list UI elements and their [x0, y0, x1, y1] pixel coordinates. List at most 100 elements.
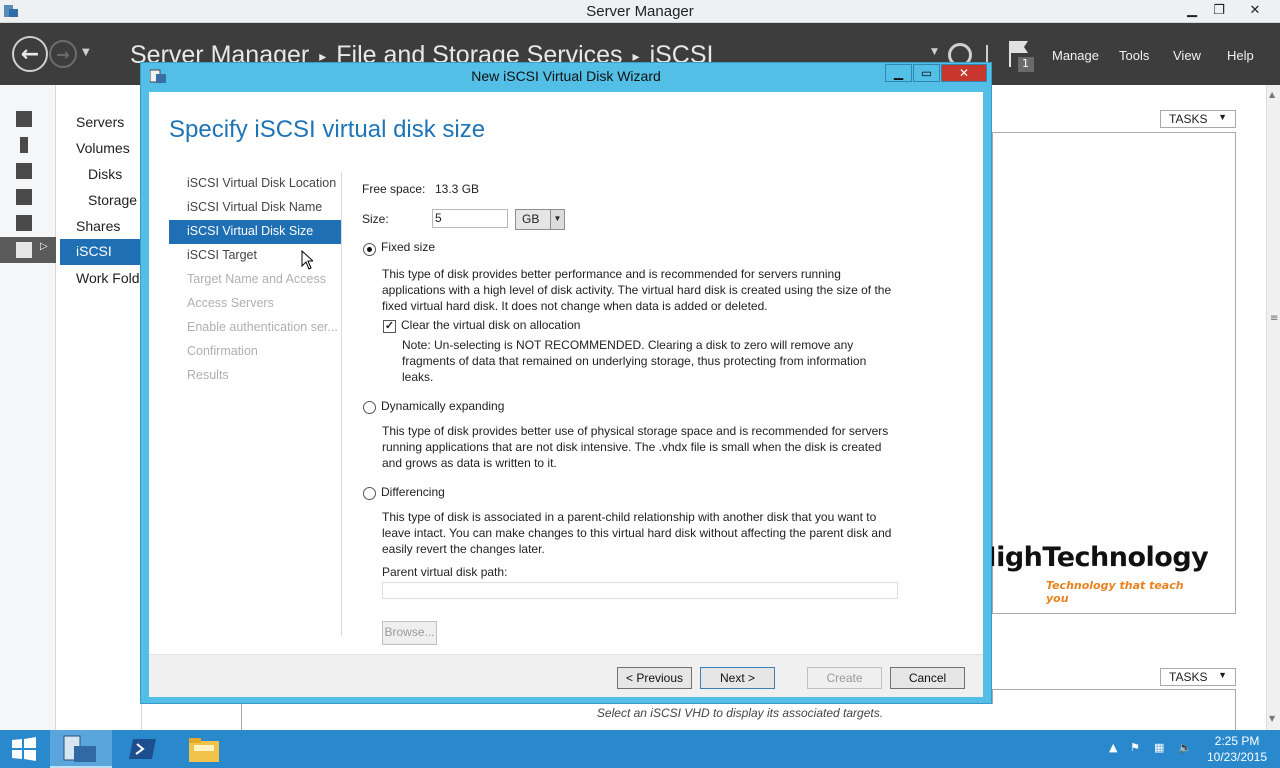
taskbar-file-explorer[interactable]	[174, 730, 236, 768]
step-disk-size[interactable]: iSCSI Virtual Disk Size	[169, 220, 341, 244]
fixed-size-label[interactable]: Fixed size	[381, 240, 435, 254]
file-services-icon[interactable]	[16, 189, 32, 205]
next-button[interactable]: Next >	[700, 667, 775, 689]
file-explorer-icon	[189, 738, 219, 762]
wizard-steps: iSCSI Virtual Disk Location iSCSI Virtua…	[169, 172, 341, 388]
clear-disk-note: Note: Un-selecting is NOT RECOMMENDED. C…	[402, 338, 867, 384]
clear-disk-label[interactable]: Clear the virtual disk on allocation	[401, 318, 580, 332]
dynamic-radio[interactable]	[363, 401, 376, 414]
content-area: TASKS ▼ TASKS ▼	[992, 85, 1267, 734]
parent-path-input[interactable]	[382, 582, 898, 599]
free-space-label: Free space:	[362, 182, 426, 196]
back-icon[interactable]: ←	[12, 36, 48, 72]
header-divider	[986, 45, 988, 63]
iis-icon[interactable]	[16, 215, 32, 231]
new-iscsi-wizard-dialog: New iSCSI Virtual Disk Wizard ▁ ▭ ✕ Spec…	[140, 62, 992, 704]
step-target-name: Target Name and Access	[187, 272, 326, 286]
tasks-label: TASKS	[1169, 112, 1208, 126]
targets-panel	[992, 689, 1236, 734]
free-space-value: 13.3 GB	[435, 182, 480, 196]
differencing-label[interactable]: Differencing	[381, 485, 445, 499]
wizard-footer: < Previous Next > Create Cancel	[149, 654, 983, 697]
page-title: Specify iSCSI virtual disk size	[169, 116, 486, 143]
menu-manage[interactable]: Manage	[1052, 48, 1099, 63]
tasks-button-top[interactable]: TASKS ▼	[1160, 110, 1236, 128]
restore-button[interactable]: ❐	[1205, 0, 1233, 20]
all-servers-icon[interactable]	[16, 163, 32, 179]
close-button[interactable]: ✕	[1232, 0, 1278, 20]
wizard-maximize-button[interactable]: ▭	[913, 64, 940, 82]
scroll-grip-icon[interactable]: ≡	[1270, 313, 1278, 324]
forward-icon[interactable]: →	[49, 40, 77, 68]
mouse-cursor-icon	[301, 250, 313, 270]
logo-brand-text: HighTechnology	[974, 542, 1209, 573]
create-button[interactable]: Create	[807, 667, 882, 689]
wizard-title: New iSCSI Virtual Disk Wizard	[471, 68, 661, 84]
step-results: Results	[187, 368, 229, 382]
breadcrumb-dropdown-icon[interactable]: ▼	[931, 47, 938, 57]
nav-item-shares[interactable]: Shares	[76, 218, 120, 234]
dynamic-label[interactable]: Dynamically expanding	[381, 399, 504, 413]
minimize-button[interactable]: ▁	[1178, 0, 1206, 20]
unit-select[interactable]: GB ▼	[515, 209, 565, 230]
nav-item-storage[interactable]: Storage	[88, 192, 137, 208]
nav-pane: Servers Volumes Disks Storage Shares iSC…	[57, 85, 142, 730]
wizard-minimize-button[interactable]: ▁	[885, 64, 912, 82]
window-titlebar: Server Manager ▁ ❐ ✕	[0, 0, 1280, 23]
history-dropdown-icon[interactable]: ▼	[82, 47, 90, 58]
step-authentication: Enable authentication ser...	[187, 320, 338, 334]
browse-button[interactable]: Browse...	[382, 621, 437, 645]
menu-tools[interactable]: Tools	[1119, 48, 1149, 63]
fixed-size-description: This type of disk provides better perfor…	[382, 267, 892, 313]
taskbar-powershell[interactable]	[112, 730, 174, 768]
step-access-servers: Access Servers	[187, 296, 274, 310]
chevron-down-icon[interactable]: ▼	[550, 210, 564, 229]
nav-item-volumes[interactable]: Volumes	[76, 140, 130, 156]
logo-tagline-text: Technology that teach you	[1046, 579, 1184, 605]
fixed-size-radio[interactable]	[363, 243, 376, 256]
targets-hint: Select an iSCSI VHD to display its assoc…	[596, 706, 884, 720]
chevron-down-icon: ▼	[1218, 112, 1227, 122]
tasks-label: TASKS	[1169, 670, 1208, 684]
windows-start-icon[interactable]	[10, 736, 38, 762]
wizard-titlebar: New iSCSI Virtual Disk Wizard ▁ ▭ ✕	[141, 63, 991, 89]
cancel-button[interactable]: Cancel	[890, 667, 965, 689]
wizard-close-button[interactable]: ✕	[941, 64, 987, 82]
nav-item-iscsi[interactable]: iSCSI	[60, 239, 142, 265]
previous-button[interactable]: < Previous	[617, 667, 692, 689]
step-confirmation: Confirmation	[187, 344, 258, 358]
show-hidden-icons-icon[interactable]: ▲	[1109, 741, 1117, 754]
scroll-down-icon[interactable]: ▼	[1269, 714, 1275, 723]
expand-arrow-icon[interactable]: ▷	[40, 241, 48, 252]
taskbar-server-manager[interactable]	[50, 730, 112, 768]
menu-view[interactable]: View	[1173, 48, 1201, 63]
step-iscsi-target[interactable]: iSCSI Target	[169, 244, 341, 268]
nav-item-servers[interactable]: Servers	[76, 114, 124, 130]
scroll-up-icon[interactable]: ▲	[1269, 90, 1275, 99]
dynamic-description: This type of disk provides better use of…	[382, 424, 889, 470]
network-icon[interactable]: ▦	[1154, 741, 1164, 754]
tasks-button-bottom[interactable]: TASKS ▼	[1160, 668, 1236, 686]
notifications-flag-icon[interactable]	[1006, 39, 1036, 73]
size-input[interactable]: 5	[432, 209, 508, 228]
menu-help[interactable]: Help	[1227, 48, 1254, 63]
nav-item-disks[interactable]: Disks	[88, 166, 122, 182]
step-disk-location[interactable]: iSCSI Virtual Disk Location	[169, 172, 341, 196]
action-center-icon[interactable]: ⚑	[1130, 741, 1140, 754]
server-manager-icon	[63, 735, 96, 762]
file-storage-services-icon[interactable]	[16, 242, 32, 258]
nav-item-work-folders[interactable]: Work Fold	[76, 270, 140, 286]
vertical-scrollbar[interactable]: ▲ ≡ ▼	[1266, 85, 1280, 730]
chevron-down-icon: ▼	[1218, 670, 1227, 680]
left-icon-rail: ▷	[0, 85, 56, 730]
local-server-icon[interactable]	[20, 137, 28, 153]
clock-time: 2:25 PM	[1214, 734, 1260, 748]
step-disk-name[interactable]: iSCSI Virtual Disk Name	[169, 196, 341, 220]
dashboard-icon[interactable]	[16, 111, 32, 127]
differencing-radio[interactable]	[363, 487, 376, 500]
volume-muted-icon[interactable]: 🔈	[1178, 741, 1192, 754]
taskbar-clock[interactable]: 2:25 PM 10/23/2015	[1198, 733, 1276, 765]
clear-disk-checkbox[interactable]: ✓	[383, 320, 396, 333]
wizard-body: Specify iSCSI virtual disk size iSCSI Vi…	[149, 92, 983, 697]
size-row: 5 GB ▼	[362, 209, 572, 231]
